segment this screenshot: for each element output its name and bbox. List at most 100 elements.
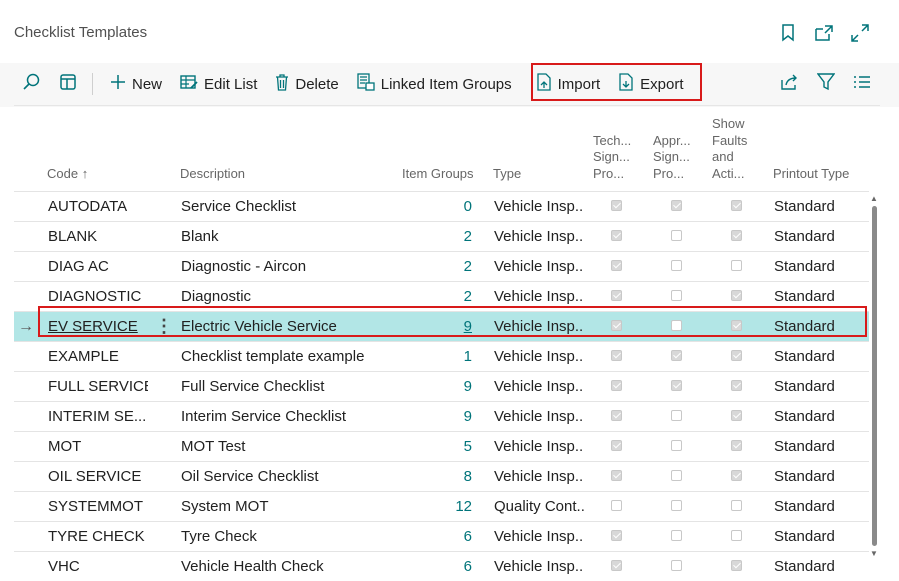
column-header-item-groups[interactable]: Item Groups	[402, 166, 474, 183]
appr-sign-checkbox[interactable]	[671, 440, 682, 451]
cell-item-groups[interactable]: 9	[394, 372, 472, 401]
table-row[interactable]: FULL SERVICE Full Service Checklist 9 Vehic…	[14, 371, 869, 401]
tech-sign-checkbox[interactable]	[611, 290, 622, 301]
cell-item-groups[interactable]: 5	[394, 432, 472, 461]
item-groups-link[interactable]: 12	[455, 498, 472, 515]
table-row[interactable]: TYRE CHECK Tyre Check 6 Vehicle Insp... Stan…	[14, 521, 869, 551]
item-groups-link[interactable]: 2	[464, 258, 472, 275]
item-groups-link[interactable]: 9	[464, 408, 472, 425]
column-header-printout-type[interactable]: Printout Type	[773, 166, 849, 183]
linked-item-groups-button[interactable]: Linked Item Groups	[348, 63, 521, 105]
scroll-up-arrow-icon[interactable]: ▲	[870, 194, 878, 203]
appr-sign-checkbox[interactable]	[671, 500, 682, 511]
cell-code[interactable]: SYSTEMMOT	[48, 492, 148, 521]
tech-sign-checkbox[interactable]	[611, 350, 622, 361]
appr-sign-checkbox[interactable]	[671, 530, 682, 541]
table-row[interactable]: OIL SERVICE Oil Service Checklist 8 Vehicle…	[14, 461, 869, 491]
appr-sign-checkbox[interactable]	[671, 560, 682, 571]
cell-item-groups[interactable]: 0	[394, 192, 472, 221]
item-groups-link[interactable]: 5	[464, 438, 472, 455]
item-groups-link[interactable]: 0	[464, 198, 472, 215]
cell-code[interactable]: AUTODATA	[48, 192, 148, 221]
column-header-show-faults[interactable]: Show Faults and Acti...	[712, 116, 747, 182]
item-groups-link[interactable]: 2	[464, 288, 472, 305]
appr-sign-checkbox[interactable]	[671, 410, 682, 421]
item-groups-link[interactable]: 8	[464, 468, 472, 485]
tech-sign-checkbox[interactable]	[611, 410, 622, 421]
show-faults-checkbox[interactable]	[731, 530, 742, 541]
item-groups-link[interactable]: 9	[464, 378, 472, 395]
bookmark-icon[interactable]	[777, 22, 799, 44]
show-faults-checkbox[interactable]	[731, 500, 742, 511]
filter-button[interactable]	[808, 63, 844, 105]
show-faults-checkbox[interactable]	[731, 290, 742, 301]
cell-item-groups[interactable]: 9	[394, 402, 472, 431]
share-button[interactable]	[772, 63, 808, 105]
cell-code[interactable]: FULL SERVICE	[48, 372, 148, 401]
show-faults-checkbox[interactable]	[731, 200, 742, 211]
cell-code[interactable]: OIL SERVICE	[48, 462, 148, 491]
show-faults-checkbox[interactable]	[731, 350, 742, 361]
appr-sign-checkbox[interactable]	[671, 200, 682, 211]
item-groups-link[interactable]: 2	[464, 228, 472, 245]
table-row[interactable]: VHC Vehicle Health Check 6 Vehicle Insp... S…	[14, 551, 869, 581]
item-groups-link[interactable]: 6	[464, 528, 472, 545]
show-faults-checkbox[interactable]	[731, 470, 742, 481]
table-row[interactable]: EXAMPLE Checklist template example 1 Vehicl…	[14, 341, 869, 371]
scroll-thumb[interactable]	[872, 206, 877, 546]
appr-sign-checkbox[interactable]	[671, 230, 682, 241]
open-new-window-icon[interactable]	[813, 22, 835, 44]
list-view-button[interactable]	[844, 63, 880, 105]
cell-item-groups[interactable]: 2	[394, 222, 472, 251]
tech-sign-checkbox[interactable]	[611, 470, 622, 481]
edit-list-button[interactable]: Edit List	[171, 63, 266, 105]
show-faults-checkbox[interactable]	[731, 440, 742, 451]
item-groups-link[interactable]: 6	[464, 558, 472, 575]
tech-sign-checkbox[interactable]	[611, 200, 622, 211]
show-faults-checkbox[interactable]	[731, 410, 742, 421]
appr-sign-checkbox[interactable]	[671, 470, 682, 481]
show-faults-checkbox[interactable]	[731, 230, 742, 241]
cell-code[interactable]: BLANK	[48, 222, 148, 251]
cell-code[interactable]: TYRE CHECK	[48, 522, 148, 551]
column-header-code[interactable]: Code ↑	[47, 166, 88, 183]
tech-sign-checkbox[interactable]	[611, 500, 622, 511]
expand-icon[interactable]	[849, 22, 871, 44]
cell-item-groups[interactable]: 1	[394, 342, 472, 371]
table-row[interactable]: AUTODATA Service Checklist 0 Vehicle Insp..…	[14, 191, 869, 221]
cell-item-groups[interactable]: 6	[394, 552, 472, 581]
table-row[interactable]: BLANK Blank 2 Vehicle Insp... Standard	[14, 221, 869, 251]
cell-item-groups[interactable]: 12	[394, 492, 472, 521]
table-row[interactable]: INTERIM SE... Interim Service Checklist 9 V…	[14, 401, 869, 431]
search-button[interactable]	[14, 63, 50, 105]
appr-sign-checkbox[interactable]	[671, 380, 682, 391]
tech-sign-checkbox[interactable]	[611, 260, 622, 271]
table-row[interactable]: DIAG AC Diagnostic - Aircon 2 Vehicle Insp.…	[14, 251, 869, 281]
column-header-type[interactable]: Type	[493, 166, 521, 183]
column-header-appr-sign[interactable]: Appr... Sign... Pro...	[653, 133, 691, 183]
tech-sign-checkbox[interactable]	[611, 380, 622, 391]
column-header-description[interactable]: Description	[180, 166, 245, 183]
cell-item-groups[interactable]: 8	[394, 462, 472, 491]
cell-code[interactable]: INTERIM SE...	[48, 402, 148, 431]
cell-item-groups[interactable]: 6	[394, 522, 472, 551]
appr-sign-checkbox[interactable]	[671, 350, 682, 361]
column-header-tech-sign[interactable]: Tech... Sign... Pro...	[593, 133, 631, 183]
item-groups-link[interactable]: 1	[464, 348, 472, 365]
cell-item-groups[interactable]: 2	[394, 252, 472, 281]
cell-code[interactable]: DIAG AC	[48, 252, 148, 281]
cell-code[interactable]: EXAMPLE	[48, 342, 148, 371]
new-button[interactable]: New	[101, 63, 171, 105]
tech-sign-checkbox[interactable]	[611, 230, 622, 241]
view-toggle-button[interactable]	[50, 63, 86, 105]
appr-sign-checkbox[interactable]	[671, 260, 682, 271]
vertical-scrollbar[interactable]: ▲ ▼	[869, 192, 879, 562]
show-faults-checkbox[interactable]	[731, 260, 742, 271]
scroll-down-arrow-icon[interactable]: ▼	[870, 549, 878, 558]
delete-button[interactable]: Delete	[266, 63, 347, 105]
tech-sign-checkbox[interactable]	[611, 560, 622, 571]
tech-sign-checkbox[interactable]	[611, 440, 622, 451]
table-row[interactable]: MOT MOT Test 5 Vehicle Insp... Standard	[14, 431, 869, 461]
table-row[interactable]: SYSTEMMOT System MOT 12 Quality Cont... Stan…	[14, 491, 869, 521]
appr-sign-checkbox[interactable]	[671, 290, 682, 301]
